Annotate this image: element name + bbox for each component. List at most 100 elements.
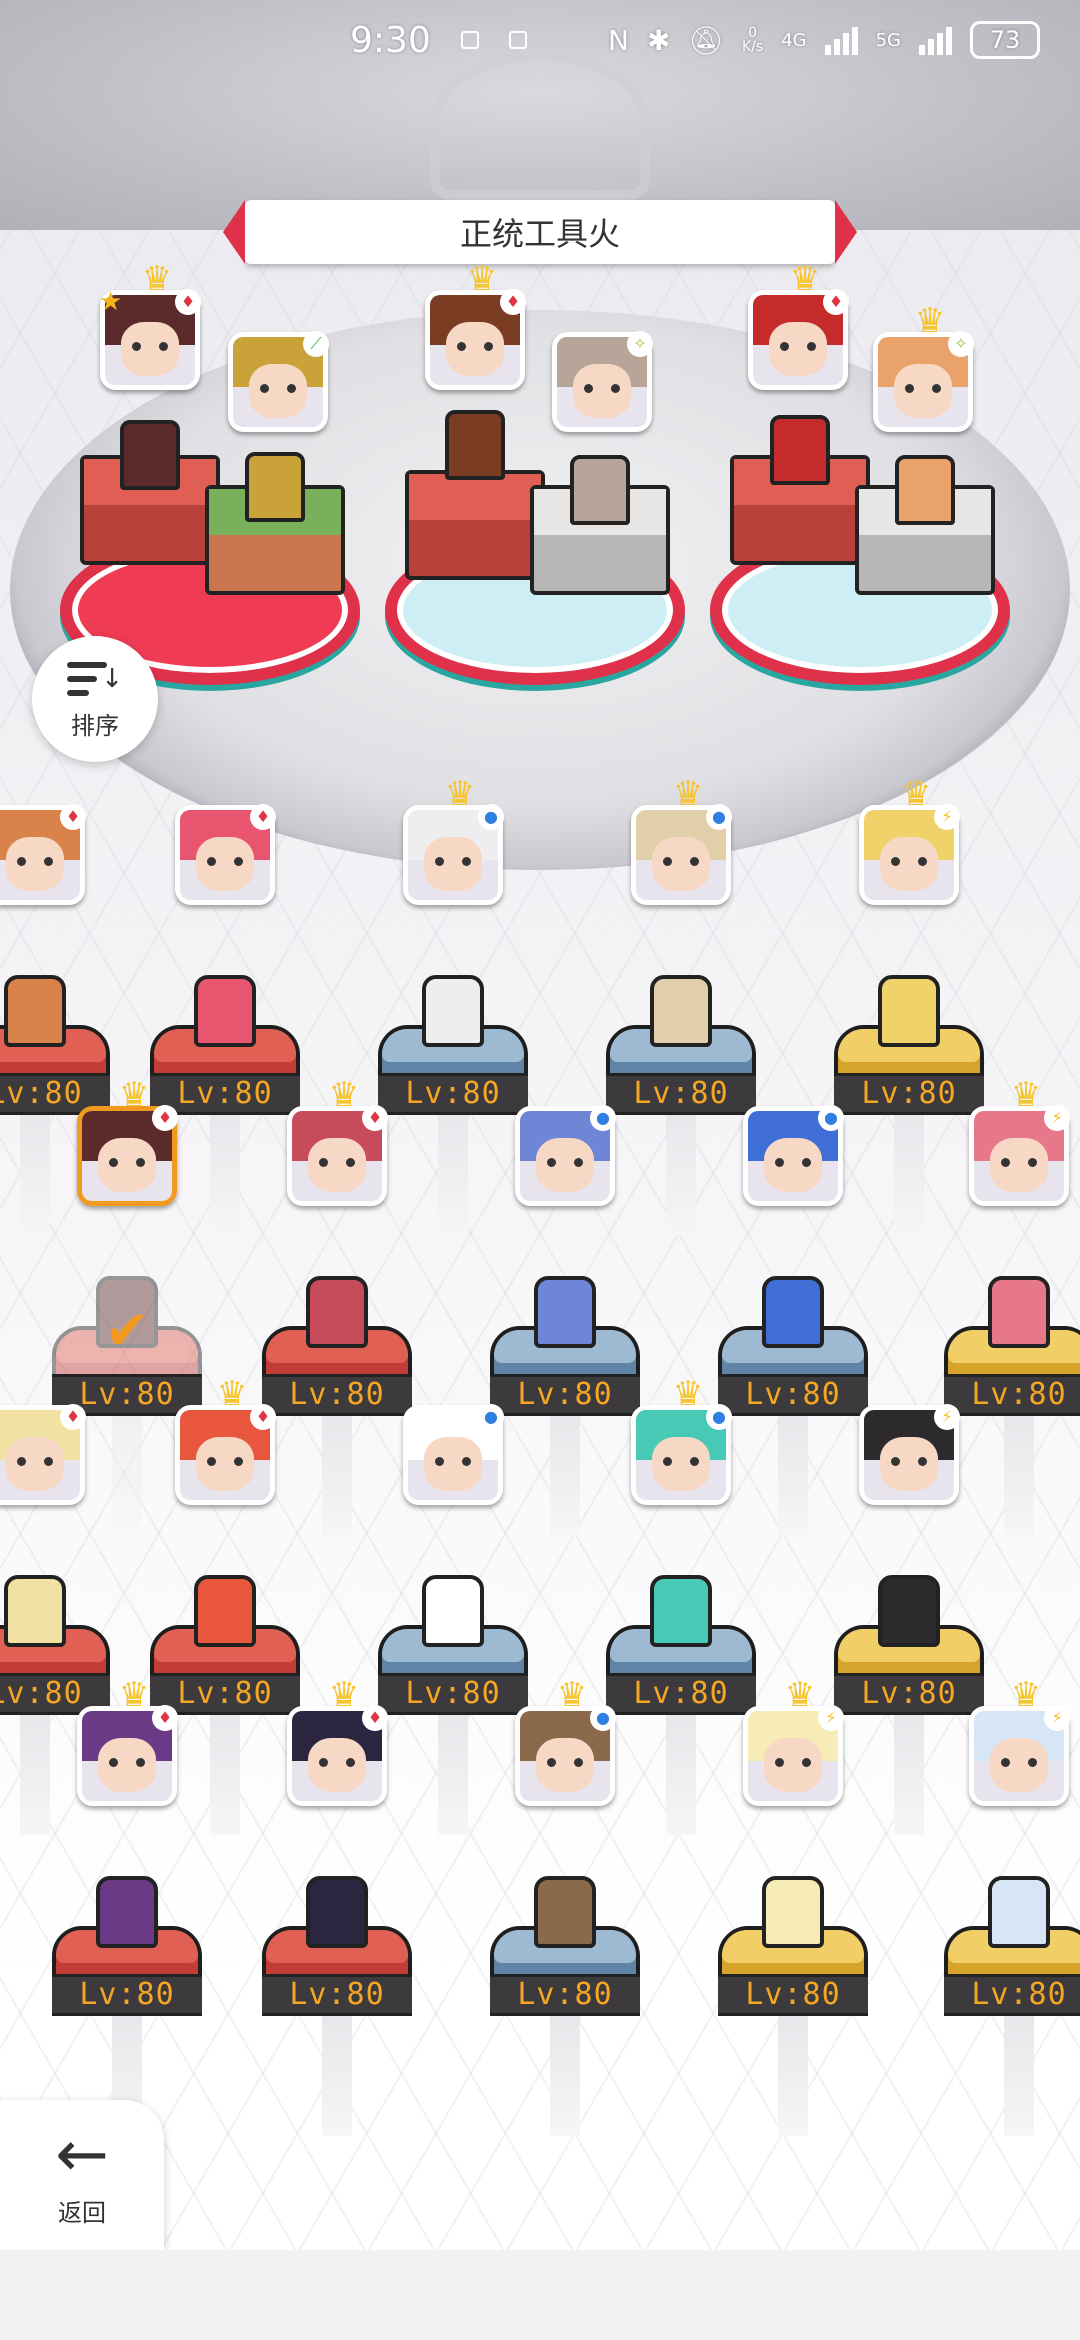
level-label: Lv:80 (490, 1374, 640, 1416)
hero-stand[interactable]: Lv:80 (52, 1876, 202, 2136)
hero-eyes (584, 383, 620, 393)
light-element-icon: ✧ (948, 331, 974, 357)
hero-sprite (988, 1276, 1050, 1348)
hero-portrait[interactable]: ♦ ♛ (77, 1678, 178, 1806)
hero-stand[interactable]: Lv:80 (606, 1575, 756, 1835)
hero-portrait[interactable]: ● (403, 1404, 504, 1505)
hero-sprite (194, 975, 256, 1047)
hero-portrait[interactable]: ⚡ ♛ (743, 1678, 844, 1806)
signal-5g-icon (919, 25, 952, 55)
hero-sprite (770, 415, 830, 485)
hero-sprite (96, 1876, 158, 1948)
fire-element-icon: ♦ (152, 1705, 178, 1731)
level-label: Lv:80 (52, 1974, 202, 2016)
hero-portrait[interactable]: ♦ ♛ (175, 1377, 276, 1505)
hero-portrait[interactable]: ♦ ♛ (748, 262, 849, 390)
hero-sprite (445, 410, 505, 480)
crown-icon: ♛ (784, 1675, 816, 1715)
hero-stand[interactable]: Lv:80 (944, 1876, 1080, 2136)
hero-stand[interactable]: Lv:80 (606, 975, 756, 1235)
level-label: Lv:80 (378, 1673, 528, 1715)
crown-icon: ♛ (328, 1675, 360, 1715)
crown-icon: ♛ (328, 1075, 360, 1115)
hero-portrait[interactable]: ♦ ♛ (425, 262, 526, 390)
hero-portrait[interactable]: ⚡ ♛ (969, 1078, 1070, 1206)
hero-portrait[interactable]: ⟋ (228, 331, 329, 432)
team-pedestal-top (409, 474, 541, 520)
hero-portrait[interactable]: ● ♛ (515, 1678, 616, 1806)
hero-sprite (306, 1876, 368, 1948)
hero-eyes (905, 383, 941, 393)
crown-icon: ♛ (444, 774, 476, 814)
hero-eyes (891, 1456, 927, 1466)
hero-portrait[interactable]: ♦ (0, 804, 86, 905)
crown-icon: ♛ (118, 1675, 150, 1715)
signal-5g-label: 5G (875, 29, 901, 51)
bolt-element-icon: ⚡ (1044, 1705, 1070, 1731)
hero-portrait[interactable]: ✧ ♛ (873, 304, 974, 432)
level-label: Lv:80 (944, 1374, 1080, 1416)
hero-portrait[interactable]: ✧ (552, 331, 653, 432)
hero-portrait[interactable]: ♦ ♛ ★ (99, 262, 201, 390)
hero-stand[interactable]: Lv:80 (490, 1276, 640, 1536)
hero-portrait[interactable]: ⚡ ♛ (969, 1678, 1070, 1806)
hero-eyes (109, 1757, 145, 1767)
hero-sprite (570, 455, 630, 525)
fire-element-icon: ♦ (362, 1105, 388, 1131)
hero-portrait[interactable]: ● ♛ (403, 777, 504, 905)
star-icon: ★ (99, 287, 123, 317)
level-label: Lv:80 (262, 1374, 412, 1416)
hero-portrait[interactable]: ♦ ♛ (287, 1078, 388, 1206)
hero-eyes (780, 341, 816, 351)
hero-stand[interactable]: Lv:80 (834, 975, 984, 1235)
sort-button[interactable]: ↓ 排序 (32, 636, 158, 762)
water-element-icon: ● (706, 1404, 732, 1430)
fire-element-icon: ♦ (250, 804, 276, 830)
team-name-banner[interactable]: 正统工具火 (223, 200, 857, 264)
fire-element-icon: ♦ (250, 1404, 276, 1430)
crown-icon: ♛ (672, 1374, 704, 1414)
hero-portrait[interactable]: ♦ (0, 1404, 86, 1505)
hero-portrait[interactable]: ● ♛ (631, 1377, 732, 1505)
hero-eyes (207, 1456, 243, 1466)
hero-portrait[interactable]: ● (743, 1105, 844, 1206)
hero-stand[interactable]: Lv:80 (718, 1876, 868, 2136)
bottom-bar (0, 2250, 1080, 2340)
team-name: 正统工具火 (459, 215, 620, 253)
crown-icon: ♛ (1010, 1075, 1042, 1115)
hero-portrait[interactable]: ● (515, 1105, 616, 1206)
crown-icon: ♛ (556, 1675, 588, 1715)
level-label: Lv:80 (262, 1974, 412, 2016)
hero-portrait[interactable]: ⚡ (859, 1404, 960, 1505)
hero-portrait[interactable]: ♦ (175, 804, 276, 905)
hero-stand[interactable]: Lv:80 (944, 1276, 1080, 1536)
back-button[interactable]: ← 返回 (0, 2100, 164, 2250)
hero-sprite (988, 1876, 1050, 1948)
hero-portrait[interactable]: ● ♛ (631, 777, 732, 905)
crown-icon: ♛ (672, 774, 704, 814)
hero-stand[interactable]: Lv:80 (378, 1575, 528, 1835)
hero-sprite (650, 1575, 712, 1647)
hero-eyes (1001, 1757, 1037, 1767)
hero-stand[interactable]: Lv:80 (490, 1876, 640, 2136)
battery-level: 73 (989, 26, 1021, 54)
hero-eyes (775, 1757, 811, 1767)
hero-stand[interactable]: Lv:80 (834, 1575, 984, 1835)
hero-eyes (17, 1456, 53, 1466)
level-label: Lv:80 (944, 1974, 1080, 2016)
crown-icon: ♛ (914, 301, 946, 341)
notification-icon (460, 31, 479, 49)
hero-stand[interactable]: Lv:80 (262, 1276, 412, 1536)
hero-stand[interactable]: Lv:80 (262, 1876, 412, 2136)
hero-stand[interactable]: Lv:80 (378, 975, 528, 1235)
hero-sprite (120, 420, 180, 490)
hero-sprite (895, 455, 955, 525)
hero-portrait[interactable]: ♦ ♛ (77, 1078, 178, 1206)
hero-sprite (650, 975, 712, 1047)
hero-sprite (422, 1575, 484, 1647)
level-label: Lv:80 (606, 1073, 756, 1115)
hero-stand[interactable]: Lv:80 (718, 1276, 868, 1536)
hero-portrait[interactable]: ♦ ♛ (287, 1678, 388, 1806)
hero-eyes (891, 856, 927, 866)
hero-portrait[interactable]: ⚡ ♛ (859, 777, 960, 905)
